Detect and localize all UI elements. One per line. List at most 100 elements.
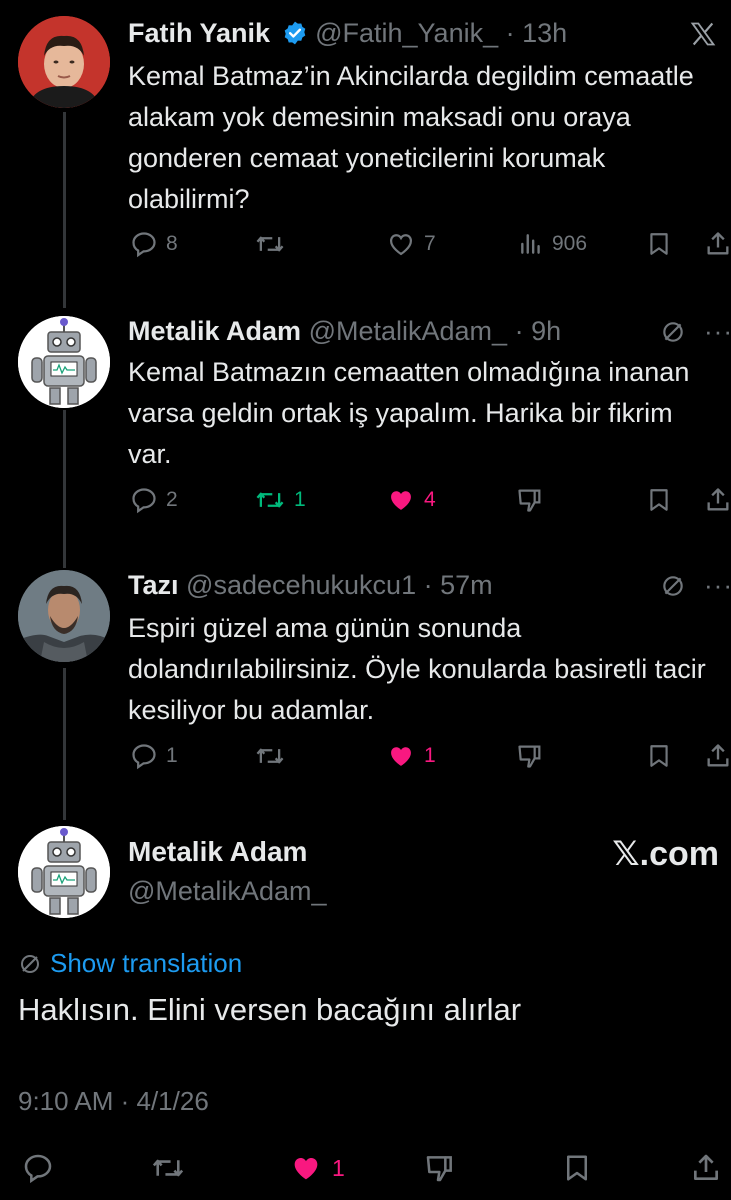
share-icon — [707, 488, 729, 511]
share-icon — [707, 232, 729, 255]
repost-icon — [256, 748, 284, 764]
bookmark-icon — [650, 745, 668, 767]
thumbs-down-icon — [518, 489, 541, 512]
tweet[interactable]: Tazı @sadecehukukcu1 · 57m ··· Espiri gü… — [0, 558, 731, 798]
tweet-top-right: ··· — [660, 316, 731, 347]
robot-avatar-image — [18, 316, 110, 408]
share-icon — [694, 1154, 718, 1180]
tweet-top-right: ··· — [660, 570, 731, 601]
thumbs-down-icon — [518, 745, 541, 768]
like-button[interactable]: 1 — [386, 742, 436, 770]
repost-button[interactable] — [150, 1152, 186, 1184]
share-icon — [707, 744, 729, 767]
bookmark-button[interactable] — [562, 1152, 592, 1184]
brand-logo: 𝕏.com — [612, 835, 719, 873]
tweet-actions: 1 1 — [0, 742, 731, 782]
reply-button[interactable]: 1 — [130, 742, 178, 770]
reply-button[interactable] — [22, 1152, 54, 1184]
tweet-header: Metalik Adam @MetalikAdam_ · 9h — [128, 314, 561, 348]
tweet[interactable]: Metalik Adam @MetalikAdam_ · 9h ··· Kema… — [0, 300, 731, 550]
tweet-header: Fatih Yanik @Fatih_Yanik_ · 13h — [128, 16, 567, 50]
more-options-icon[interactable]: ··· — [704, 570, 731, 601]
repost-icon — [152, 1159, 184, 1177]
tweet-text: Kemal Batmazın cemaatten olmadığına inan… — [128, 357, 690, 469]
like-button[interactable]: 1 — [288, 1152, 345, 1184]
handle[interactable]: @Fatih_Yanik_ — [315, 18, 498, 48]
timestamp[interactable]: · 9h — [515, 316, 562, 346]
reply-icon — [132, 488, 156, 514]
like-button[interactable]: 7 — [386, 230, 436, 258]
thumbs-down-icon — [426, 1156, 452, 1182]
like-count: 7 — [424, 232, 436, 255]
avatar[interactable] — [18, 570, 110, 662]
tweet[interactable]: Fatih Yanik @Fatih_Yanik_ · 13h Kemal Ba… — [0, 0, 731, 290]
reply-button[interactable]: 8 — [130, 230, 178, 258]
like-count: 1 — [424, 744, 436, 767]
avatar[interactable] — [18, 316, 110, 408]
downvote-button[interactable] — [516, 742, 544, 770]
bookmark-icon — [567, 1155, 587, 1181]
reply-count: 8 — [166, 232, 178, 255]
tweet-text: Haklısın. Elini versen bacağını alırlar — [18, 992, 522, 1027]
repost-button[interactable] — [254, 230, 294, 258]
downvote-button[interactable] — [516, 486, 544, 514]
person-avatar-image — [18, 16, 110, 108]
display-name[interactable]: Metalik Adam — [128, 836, 307, 868]
reply-icon — [132, 232, 156, 258]
display-name[interactable]: Tazı — [128, 570, 179, 600]
reply-icon — [132, 744, 156, 770]
tweet-actions: 8 7 906 — [0, 230, 731, 270]
bookmark-button[interactable] — [646, 742, 672, 770]
verified-badge-icon — [284, 21, 305, 45]
bookmark-button[interactable] — [646, 230, 672, 258]
robot-avatar-image — [18, 826, 110, 918]
share-button[interactable] — [704, 230, 731, 258]
handle[interactable]: @MetalikAdam_ — [309, 316, 507, 346]
tweet-text: Espiri güzel ama günün sonunda dolandırı… — [128, 613, 706, 725]
person-avatar-image — [18, 570, 110, 662]
translate-icon — [21, 954, 39, 973]
reply-icon — [24, 1154, 52, 1184]
share-button[interactable] — [704, 486, 731, 514]
main-tweet: Metalik Adam @MetalikAdam_ 𝕏.com Show tr… — [0, 820, 731, 1200]
translate-icon[interactable] — [660, 319, 686, 345]
translate-icon[interactable] — [660, 573, 686, 599]
tweet-header: Tazı @sadecehukukcu1 · 57m — [128, 568, 493, 602]
reply-count: 2 — [166, 488, 178, 511]
timestamp[interactable]: · 57m — [424, 570, 493, 600]
heart-icon — [389, 234, 413, 256]
repost-count: 1 — [294, 488, 306, 511]
like-count: 1 — [332, 1154, 345, 1181]
avatar[interactable] — [18, 16, 110, 108]
like-button[interactable]: 4 — [386, 486, 436, 514]
x-logo-icon[interactable] — [689, 20, 717, 53]
avatar[interactable] — [18, 826, 110, 918]
repost-icon — [256, 492, 284, 508]
reply-button[interactable]: 2 — [130, 486, 178, 514]
views-count: 906 — [552, 232, 588, 255]
share-button[interactable] — [690, 1152, 722, 1184]
repost-button[interactable] — [254, 742, 294, 770]
share-button[interactable] — [704, 742, 731, 770]
heart-filled-icon — [391, 491, 411, 510]
heart-filled-icon — [294, 1158, 318, 1180]
repost-button[interactable]: 1 — [254, 486, 306, 514]
reply-count: 1 — [166, 744, 178, 767]
timestamp[interactable]: 9:10 AM · 4/1/26 — [18, 1086, 209, 1117]
main-tweet-actions: 1 — [0, 1152, 731, 1192]
bookmark-icon — [650, 489, 668, 511]
heart-filled-icon — [391, 747, 411, 766]
timestamp[interactable]: · 13h — [506, 18, 568, 48]
handle[interactable]: @sadecehukukcu1 — [186, 570, 416, 600]
repost-icon — [256, 236, 284, 252]
views-icon — [521, 234, 540, 254]
show-translation[interactable]: Show translation — [18, 948, 242, 979]
display-name[interactable]: Fatih Yanik — [128, 18, 270, 48]
display-name[interactable]: Metalik Adam — [128, 316, 301, 346]
handle[interactable]: @MetalikAdam_ — [128, 876, 326, 907]
more-options-icon[interactable]: ··· — [704, 316, 731, 347]
views-button[interactable]: 906 — [518, 230, 587, 258]
bookmark-icon — [650, 233, 668, 255]
downvote-button[interactable] — [424, 1152, 456, 1184]
bookmark-button[interactable] — [646, 486, 672, 514]
